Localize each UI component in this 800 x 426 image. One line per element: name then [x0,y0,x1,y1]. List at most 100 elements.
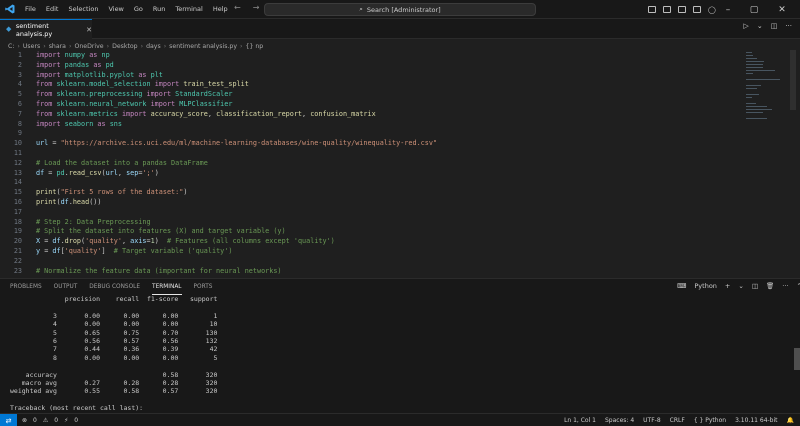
minimap[interactable] [744,50,784,130]
split-editor-icon[interactable]: ◫ [771,22,778,30]
toggle-secondary-sidebar-icon[interactable] [678,6,686,13]
editor-scrollbar[interactable] [790,50,796,110]
toggle-panel-icon[interactable] [663,6,671,13]
code-line[interactable]: 7 from sklearn.metrics import accuracy_sc… [0,110,740,120]
breadcrumb-item[interactable]: Desktop [112,43,138,50]
terminal-scrollbar[interactable] [794,348,800,370]
notifications-icon[interactable]: 🔔 [787,417,794,424]
code-line[interactable]: 1 import numpy as np [0,51,740,61]
shell-label[interactable]: Python [694,282,717,290]
menu-terminal[interactable]: Terminal [170,0,207,19]
errors-count[interactable]: 0 [33,417,37,424]
breadcrumb-item[interactable]: {} np [246,43,264,50]
code-line[interactable]: 20 X = df.drop('quality', axis=1) # Featu… [0,237,740,247]
breadcrumb-item[interactable]: OneDrive [74,43,103,50]
minimize-button[interactable]: – [716,0,740,19]
close-tab-icon[interactable]: ✕ [86,26,92,34]
close-window-button[interactable]: ✕ [770,0,794,19]
indentation[interactable]: Spaces: 4 [605,417,634,424]
code-line[interactable]: 12 # Load the dataset into a pandas DataF… [0,159,740,169]
panel-tab-problems[interactable]: PROBLEMS [10,279,42,295]
code-text: # Split the dataset into features (X) an… [36,227,286,237]
code-line[interactable]: 23 # Normalize the feature data (importan… [0,267,740,277]
code-line[interactable]: 22 [0,257,740,267]
code-line[interactable]: 5 from sklearn.preprocessing import Stand… [0,90,740,100]
code-line[interactable]: 8 import seaborn as sns [0,120,740,130]
new-terminal-icon[interactable]: + [725,282,730,290]
menu-file[interactable]: File [20,0,41,19]
language-mode[interactable]: { } Python [694,417,726,424]
ports-icon[interactable]: ⚡ [64,417,68,424]
kill-terminal-icon[interactable]: 🗑 [766,282,774,290]
code-line[interactable]: 11 [0,149,740,159]
breadcrumb-item[interactable]: sentiment analysis.py [169,43,237,50]
code-line[interactable]: 4 from sklearn.model_selection import tra… [0,80,740,90]
warnings-count[interactable]: 0 [54,417,58,424]
menu-go[interactable]: Go [129,0,148,19]
breadcrumb-item[interactable]: Users [23,43,40,50]
encoding[interactable]: UTF-8 [643,417,661,424]
customize-layout-icon[interactable] [693,6,701,13]
menu-run[interactable]: Run [148,0,170,19]
editor-tab[interactable]: ◆ sentiment analysis.py ✕ [0,19,92,39]
run-dropdown-icon[interactable]: ⌄ [757,22,763,30]
code-editor[interactable]: 1 import numpy as np 2 import pandas as pd 3… [0,50,800,278]
code-line[interactable]: 16 print(df.head()) [0,198,740,208]
panel-tab-output[interactable]: OUTPUT [54,279,78,295]
code-line[interactable]: 14 [0,178,740,188]
accounts-icon[interactable]: ◯ [708,6,716,14]
remote-indicator-icon[interactable]: ⇄ [0,414,17,426]
terminal-output[interactable]: precision recall f1-score support 3 0.00… [10,295,780,413]
panel-tab-ports[interactable]: PORTS [194,279,213,295]
ports-count[interactable]: 0 [74,417,78,424]
code-line[interactable]: 17 [0,208,740,218]
panel-more-icon[interactable]: ··· [782,282,788,290]
maximize-button[interactable]: ▢ [742,0,766,19]
code-line[interactable]: 6 from sklearn.neural_network import MLPC… [0,100,740,110]
code-line[interactable]: 2 import pandas as pd [0,61,740,71]
code-line[interactable]: 15 print("First 5 rows of the dataset:") [0,188,740,198]
menu-edit[interactable]: Edit [41,0,64,19]
warnings-icon[interactable]: ⚠ [43,417,48,424]
menu-selection[interactable]: Selection [63,0,103,19]
code-line[interactable]: 19 # Split the dataset into features (X) … [0,227,740,237]
maximize-panel-icon[interactable]: ⌃ [796,282,800,290]
menu-help[interactable]: Help [208,0,233,19]
forward-arrow-icon[interactable]: → [253,3,260,12]
back-arrow-icon[interactable]: ← [234,3,241,12]
line-number: 5 [17,90,22,99]
code-line[interactable]: 21 y = df['quality'] # Target variable ('… [0,247,740,257]
breadcrumb-item[interactable]: days [146,43,161,50]
code-token: sklearn.metrics [56,109,122,118]
toggle-primary-sidebar-icon[interactable] [648,6,656,13]
errors-icon[interactable]: ⊗ [22,417,27,424]
panel-tab-terminal[interactable]: TERMINAL [152,279,183,295]
run-icon[interactable]: ▷ [743,22,748,30]
more-actions-icon[interactable]: ··· [785,22,792,30]
code-token: head [72,198,90,206]
menu-view[interactable]: View [103,0,128,19]
panel-tab-debug-console[interactable]: DEBUG CONSOLE [89,279,140,295]
breadcrumb-item[interactable]: shara [49,43,66,50]
code-line[interactable]: 13 df = pd.read_csv(url, sep=';') [0,169,740,179]
command-center-search[interactable]: ⌕ Search [Administrator] [264,3,536,16]
code-line[interactable]: 3 import matplotlib.pyplot as plt [0,71,740,81]
minimap-line [746,73,754,74]
breadcrumb-item[interactable]: C: [8,43,14,50]
cursor-position[interactable]: Ln 1, Col 1 [564,417,596,424]
code-line[interactable]: 18 # Step 2: Data Preprocessing [0,218,740,228]
code-token: sklearn.neural_network [56,100,151,108]
interpreter[interactable]: 3.10.11 64-bit [735,417,777,424]
code-line[interactable]: 9 [0,129,740,139]
code-token: # Features (all columns except 'quality'… [167,237,335,246]
line-endings[interactable]: CRLF [670,417,685,424]
split-terminal-icon[interactable]: ◫ [752,282,758,290]
terminal-dropdown-icon[interactable]: ⌄ [738,282,743,290]
line-number: 22 [13,256,22,265]
title-bar: File Edit Selection View Go Run Terminal Help ←… [0,0,800,19]
code-line[interactable]: 10 url = "https://archive.ics.uci.edu/ml/… [0,139,740,149]
breadcrumb-separator: › [240,42,243,50]
code-token: pd [105,60,114,69]
code-text: from sklearn.neural_network import MLPCl… [36,100,232,110]
code-token: import [36,60,65,69]
